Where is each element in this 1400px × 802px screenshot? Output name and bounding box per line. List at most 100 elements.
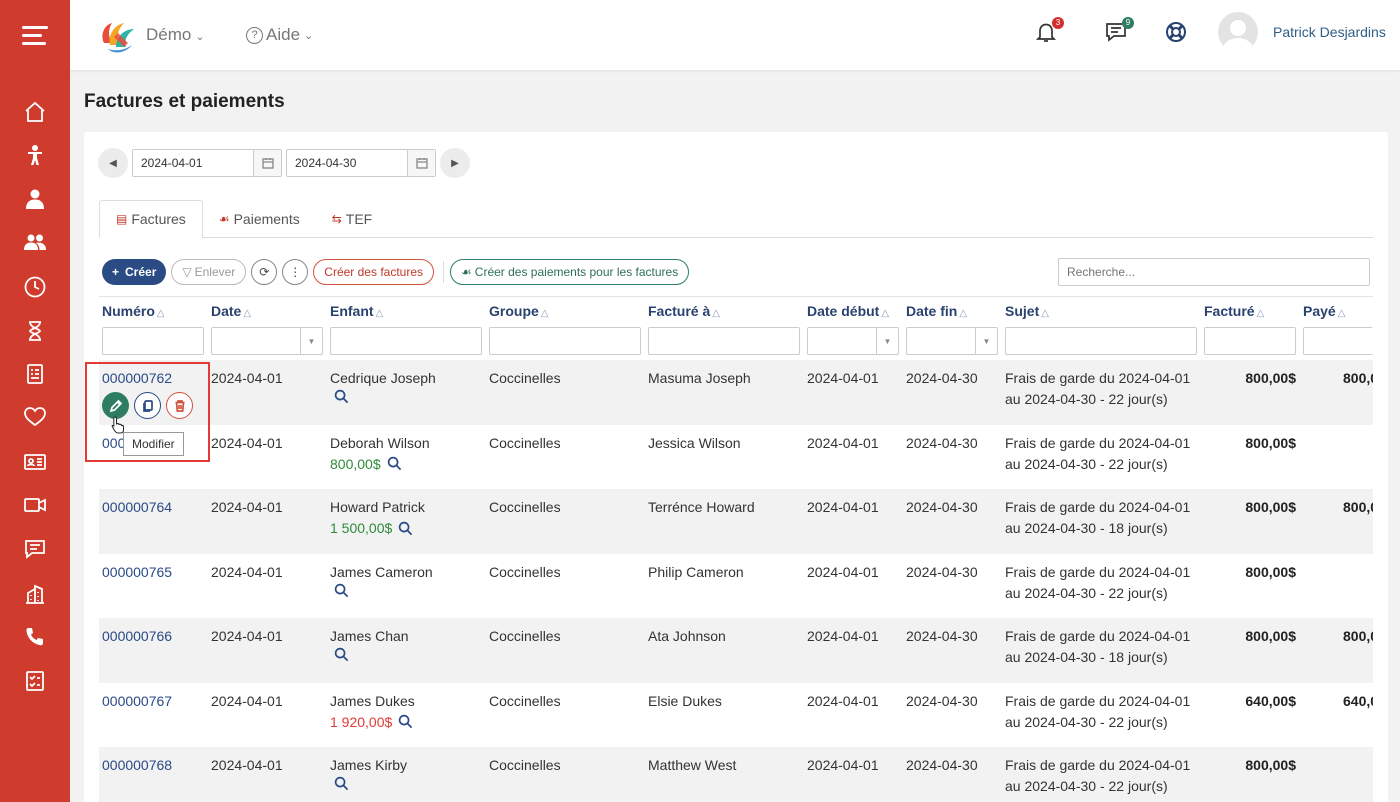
tab-tef[interactable]: ⇆ TEF xyxy=(316,200,389,238)
messages-button[interactable]: 9 xyxy=(1104,17,1134,48)
chevron-down-icon: ⌄ xyxy=(195,31,205,43)
filter-numero[interactable] xyxy=(102,327,204,355)
filter-date-debut[interactable]: ▼ xyxy=(807,327,899,355)
report-icon[interactable] xyxy=(21,667,49,695)
table-row[interactable]: 000000766 2024-04-01 James Chan Coccinelles… xyxy=(99,618,1373,683)
start-date-input[interactable]: 2024-04-01 xyxy=(132,149,282,177)
staff-icon[interactable] xyxy=(21,185,49,213)
support-button[interactable] xyxy=(1164,20,1192,48)
column-groupe[interactable]: Groupe △ xyxy=(489,303,548,319)
chat-icon[interactable] xyxy=(21,535,49,563)
table-row[interactable]: 000000767 2024-04-01 James Dukes 1 920,00$ C… xyxy=(99,683,1373,748)
subject-line-1: Frais de garde du 2024-04-01 xyxy=(1005,434,1191,451)
video-icon[interactable] xyxy=(21,491,49,519)
billed-to: Terrénce Howard xyxy=(648,499,755,515)
table-row[interactable]: 0000007632024-04-01Deborah Wilson800,00$… xyxy=(99,425,1373,490)
tab-factures[interactable]: ▤ Factures xyxy=(99,200,203,238)
create-button[interactable]: + Créer xyxy=(102,259,167,285)
parents-icon[interactable] xyxy=(21,228,49,256)
table-row[interactable]: 000000764 2024-04-01 Howard Patrick 1 500,0… xyxy=(99,489,1373,554)
create-payments-button[interactable]: ☙ Créer des paiements pour les factures xyxy=(450,259,690,285)
magnifier-icon[interactable] xyxy=(387,456,403,472)
hourglass-icon[interactable] xyxy=(21,317,49,345)
calendar-icon[interactable] xyxy=(253,150,281,176)
table-row[interactable]: 000000762 2024-04-01 Cedrique Joseph Coccin… xyxy=(99,360,1373,425)
heart-icon[interactable] xyxy=(21,403,49,431)
filter-icon: ▽ xyxy=(182,265,192,279)
filter-enfant[interactable] xyxy=(330,327,482,355)
table-row[interactable]: 000000765 2024-04-01 James Cameron Coccinel… xyxy=(99,554,1373,619)
column-enfant[interactable]: Enfant △ xyxy=(330,303,383,319)
column-date[interactable]: Date △ xyxy=(211,303,251,319)
search-input[interactable] xyxy=(1058,258,1370,286)
create-invoices-button[interactable]: Créer des factures xyxy=(313,259,435,285)
invoice-number-link[interactable]: 000000767 xyxy=(102,691,172,712)
filter-sujet[interactable] xyxy=(1005,327,1197,355)
notifications-button[interactable]: 3 xyxy=(1034,17,1064,48)
user-name[interactable]: Patrick Desjardins xyxy=(1273,24,1386,40)
child-cell: Cedrique Joseph xyxy=(330,368,436,405)
magnifier-icon[interactable] xyxy=(334,647,350,663)
column-date-fin[interactable]: Date fin △ xyxy=(906,303,967,319)
invoice-icon[interactable] xyxy=(21,360,49,388)
top-bar: Démo ⌄ ? Aide ⌄ 3 9 Patrick Desjardins xyxy=(70,0,1400,70)
magnifier-icon[interactable] xyxy=(398,714,414,730)
child-icon[interactable] xyxy=(21,141,49,169)
column-facture[interactable]: Facturé △ xyxy=(1204,303,1264,319)
previous-period-button[interactable]: ◀ xyxy=(98,148,128,178)
clock-icon[interactable] xyxy=(21,273,49,301)
filter-date[interactable]: ▼ xyxy=(211,327,323,355)
column-date-debut[interactable]: Date début △ xyxy=(807,303,889,319)
filter-facture[interactable] xyxy=(1204,327,1296,355)
filter-paye[interactable] xyxy=(1303,327,1373,355)
refresh-button[interactable]: ⟳ xyxy=(251,259,278,285)
column-facture-a[interactable]: Facturé à △ xyxy=(648,303,720,319)
invoice-number-link[interactable]: 000000765 xyxy=(102,562,172,583)
calendar-icon[interactable] xyxy=(407,150,435,176)
avatar[interactable] xyxy=(1218,12,1258,52)
column-paye[interactable]: Payé △ xyxy=(1303,303,1345,319)
start-date: 2024-04-01 xyxy=(807,563,879,580)
magnifier-icon[interactable] xyxy=(334,583,350,599)
home-icon[interactable] xyxy=(21,98,49,126)
remove-button[interactable]: ▽ Enlever xyxy=(171,259,247,285)
sidebar xyxy=(0,0,70,802)
invoice-date: 2024-04-01 xyxy=(211,434,283,451)
child-name: Cedrique Joseph xyxy=(330,370,436,386)
column-numero[interactable]: Numéro △ xyxy=(102,303,165,319)
help-menu[interactable]: ? Aide ⌄ xyxy=(246,25,313,45)
end-date-input[interactable]: 2024-04-30 xyxy=(286,149,436,177)
column-sujet[interactable]: Sujet △ xyxy=(1005,303,1049,319)
filter-groupe[interactable] xyxy=(489,327,641,355)
brand-menu[interactable]: Démo ⌄ xyxy=(146,25,205,45)
invoice-number-link[interactable]: 000000766 xyxy=(102,626,172,647)
building-icon[interactable] xyxy=(21,580,49,608)
id-card-icon[interactable] xyxy=(21,448,49,476)
more-vertical-icon: ⋮ xyxy=(289,265,302,279)
group-name: Coccinelles xyxy=(489,563,561,580)
invoice-number-link[interactable]: 000000764 xyxy=(102,497,172,518)
brand-logo[interactable] xyxy=(98,15,140,55)
subject-cell: Frais de garde du 2024-04-01 au 2024-04-3… xyxy=(1005,691,1190,733)
next-period-button[interactable]: ▶ xyxy=(440,148,470,178)
filter-facture-a[interactable] xyxy=(648,327,800,355)
menu-icon[interactable] xyxy=(22,26,48,46)
divider xyxy=(443,261,445,283)
group-name: Coccinelles xyxy=(489,757,561,773)
subject-line-1: Frais de garde du 2024-04-01 xyxy=(1005,499,1191,515)
child-cell: James Cameron xyxy=(330,562,433,599)
magnifier-icon[interactable] xyxy=(334,776,350,792)
billed-to: Masuma Joseph xyxy=(648,370,751,386)
magnifier-icon[interactable] xyxy=(334,389,350,405)
magnifier-icon[interactable] xyxy=(398,521,414,537)
billed-amount: 800,00$ xyxy=(1245,628,1296,644)
invoice-number-link[interactable]: 000000768 xyxy=(102,755,172,776)
phone-icon[interactable] xyxy=(21,623,49,651)
table-row[interactable]: 000000768 2024-04-01 James Kirby Coccinelle… xyxy=(99,747,1373,802)
invoice-date: 2024-04-01 xyxy=(211,499,283,515)
tab-paiements[interactable]: ☙ Paiements xyxy=(203,200,316,238)
help-icon: ? xyxy=(246,26,263,44)
billed-amount: 800,00$ xyxy=(1245,757,1296,773)
filter-date-fin[interactable]: ▼ xyxy=(906,327,998,355)
more-options-button[interactable]: ⋮ xyxy=(282,259,309,285)
